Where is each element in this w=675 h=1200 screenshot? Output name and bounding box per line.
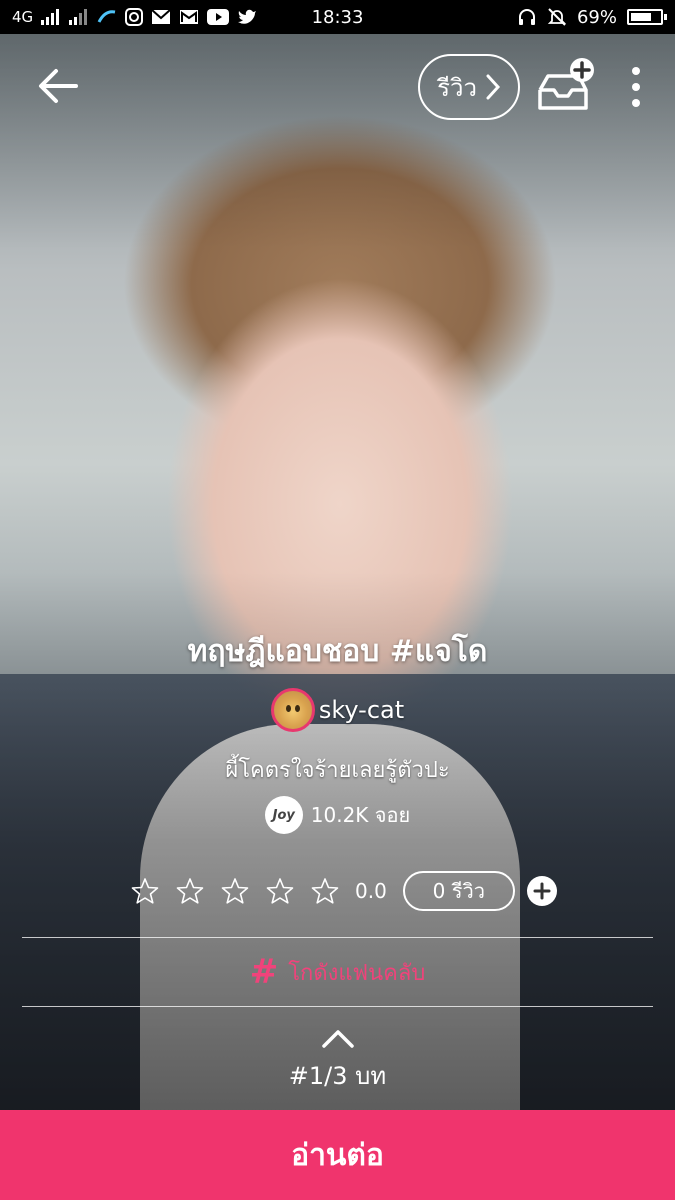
joy-icon: Joy: [264, 796, 303, 834]
story-title: ทฤษฎีแอบชอบ #แจโด: [187, 634, 488, 669]
plus-icon: [533, 882, 551, 900]
joy-row: Joy 10.2K จอย: [0, 796, 675, 834]
author-row[interactable]: sky-cat: [0, 688, 675, 732]
add-review-button[interactable]: [526, 876, 557, 906]
continue-reading-button[interactable]: อ่านต่อ: [0, 1110, 675, 1200]
fanclub-link[interactable]: # โกดังแฟนคลับ: [0, 952, 675, 992]
story-tagline: ผี้โคตรใจร้ายเลยรู้ตัวปะ: [225, 758, 450, 783]
chevron-right-icon: [486, 74, 500, 100]
star-icon[interactable]: [265, 876, 295, 906]
top-nav: รีวิว: [0, 34, 675, 134]
divider: [22, 937, 653, 938]
battery-icon: [627, 9, 667, 25]
review-button[interactable]: รีวิว: [418, 54, 520, 120]
rating-score: 0.0: [355, 879, 387, 903]
review-count-button[interactable]: 0 รีวิว: [402, 871, 515, 911]
add-to-library-icon[interactable]: [534, 56, 602, 116]
divider: [22, 1006, 653, 1007]
chevron-up-icon[interactable]: [320, 1026, 356, 1050]
review-button-label: รีวิว: [437, 73, 477, 102]
star-icon[interactable]: [310, 876, 340, 906]
chapter-indicator[interactable]: #1/3 บท: [0, 1056, 675, 1095]
author-avatar[interactable]: [270, 688, 315, 732]
star-icon[interactable]: [130, 876, 160, 906]
rating-row: 0.0 0 รีวิว: [130, 868, 560, 914]
joy-count: 10.2K จอย: [310, 803, 411, 827]
star-icon[interactable]: [220, 876, 250, 906]
cover-image-overlay: [0, 34, 675, 1110]
hashtag-icon: #: [249, 952, 279, 992]
fanclub-label: โกดังแฟนคลับ: [288, 960, 426, 986]
author-name[interactable]: sky-cat: [319, 696, 404, 724]
more-options-icon[interactable]: [624, 64, 648, 110]
cover-image: [0, 34, 675, 1110]
status-bar: 4G 18:33 69%: [0, 0, 675, 34]
back-arrow-icon[interactable]: [36, 64, 80, 108]
status-time: 18:33: [311, 6, 364, 28]
star-icon[interactable]: [175, 876, 205, 906]
